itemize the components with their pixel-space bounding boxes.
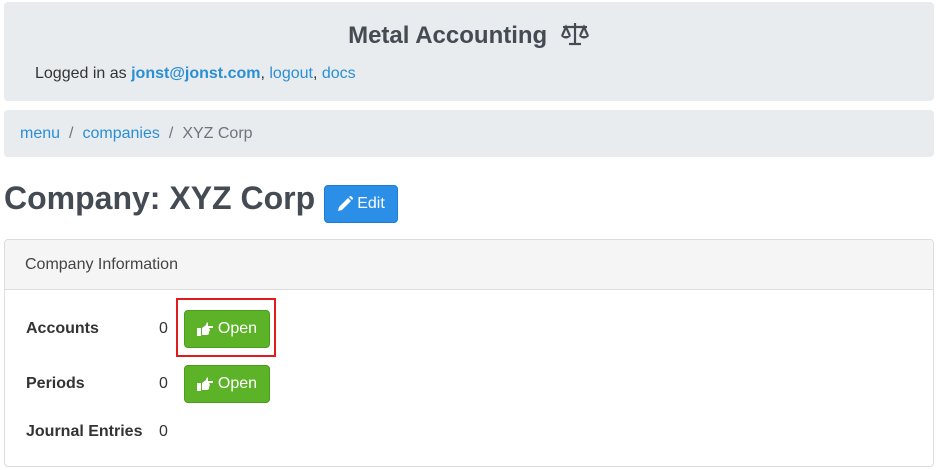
journal-entries-row: Journal Entries 0 [5,412,933,452]
page-title: Company: XYZ Corp [4,180,316,216]
breadcrumb-separator: / [69,124,74,142]
pencil-icon [338,196,354,211]
app-title-text: Metal Accounting [348,22,548,49]
login-status: Logged in as jonst@jonst.com, logout, do… [35,65,356,82]
breadcrumb-current: XYZ Corp [182,124,253,142]
accounts-row: Accounts 0 Open [5,309,933,349]
breadcrumb: menu / companies / XYZ Corp [4,110,934,157]
hand-pointer-icon [196,377,213,391]
periods-label: Periods [26,375,85,392]
scale-icon [560,22,590,53]
docs-link[interactable]: docs [322,65,356,82]
header: Metal Accounting Logged in as jonst@jons… [4,2,934,101]
breadcrumb-separator: / [168,124,174,142]
breadcrumb-companies-link[interactable]: companies [82,125,159,143]
periods-open-label: Open [217,375,258,392]
company-info-card: Company Information Accounts 0 Open Peri… [4,239,934,467]
edit-button[interactable]: Edit [324,185,398,223]
journal-entries-label: Journal Entries [26,423,143,440]
edit-button-label: Edit [357,195,385,212]
breadcrumb-menu-link[interactable]: menu [20,125,60,143]
accounts-count: 0 [159,320,168,337]
logout-link[interactable]: logout [269,65,313,82]
journal-entries-count: 0 [159,423,168,440]
card-header: Company Information [5,240,933,290]
accounts-open-button[interactable]: Open [184,310,270,348]
app-title: Metal Accounting [4,22,934,53]
periods-row: Periods 0 Open [5,364,933,404]
user-email[interactable]: jonst@jonst.com [131,65,260,82]
periods-open-button[interactable]: Open [184,365,270,403]
accounts-label: Accounts [26,320,99,337]
accounts-open-label: Open [217,320,258,337]
hand-pointer-icon [196,322,213,336]
periods-count: 0 [159,375,168,392]
login-prefix: Logged in as [35,65,127,82]
